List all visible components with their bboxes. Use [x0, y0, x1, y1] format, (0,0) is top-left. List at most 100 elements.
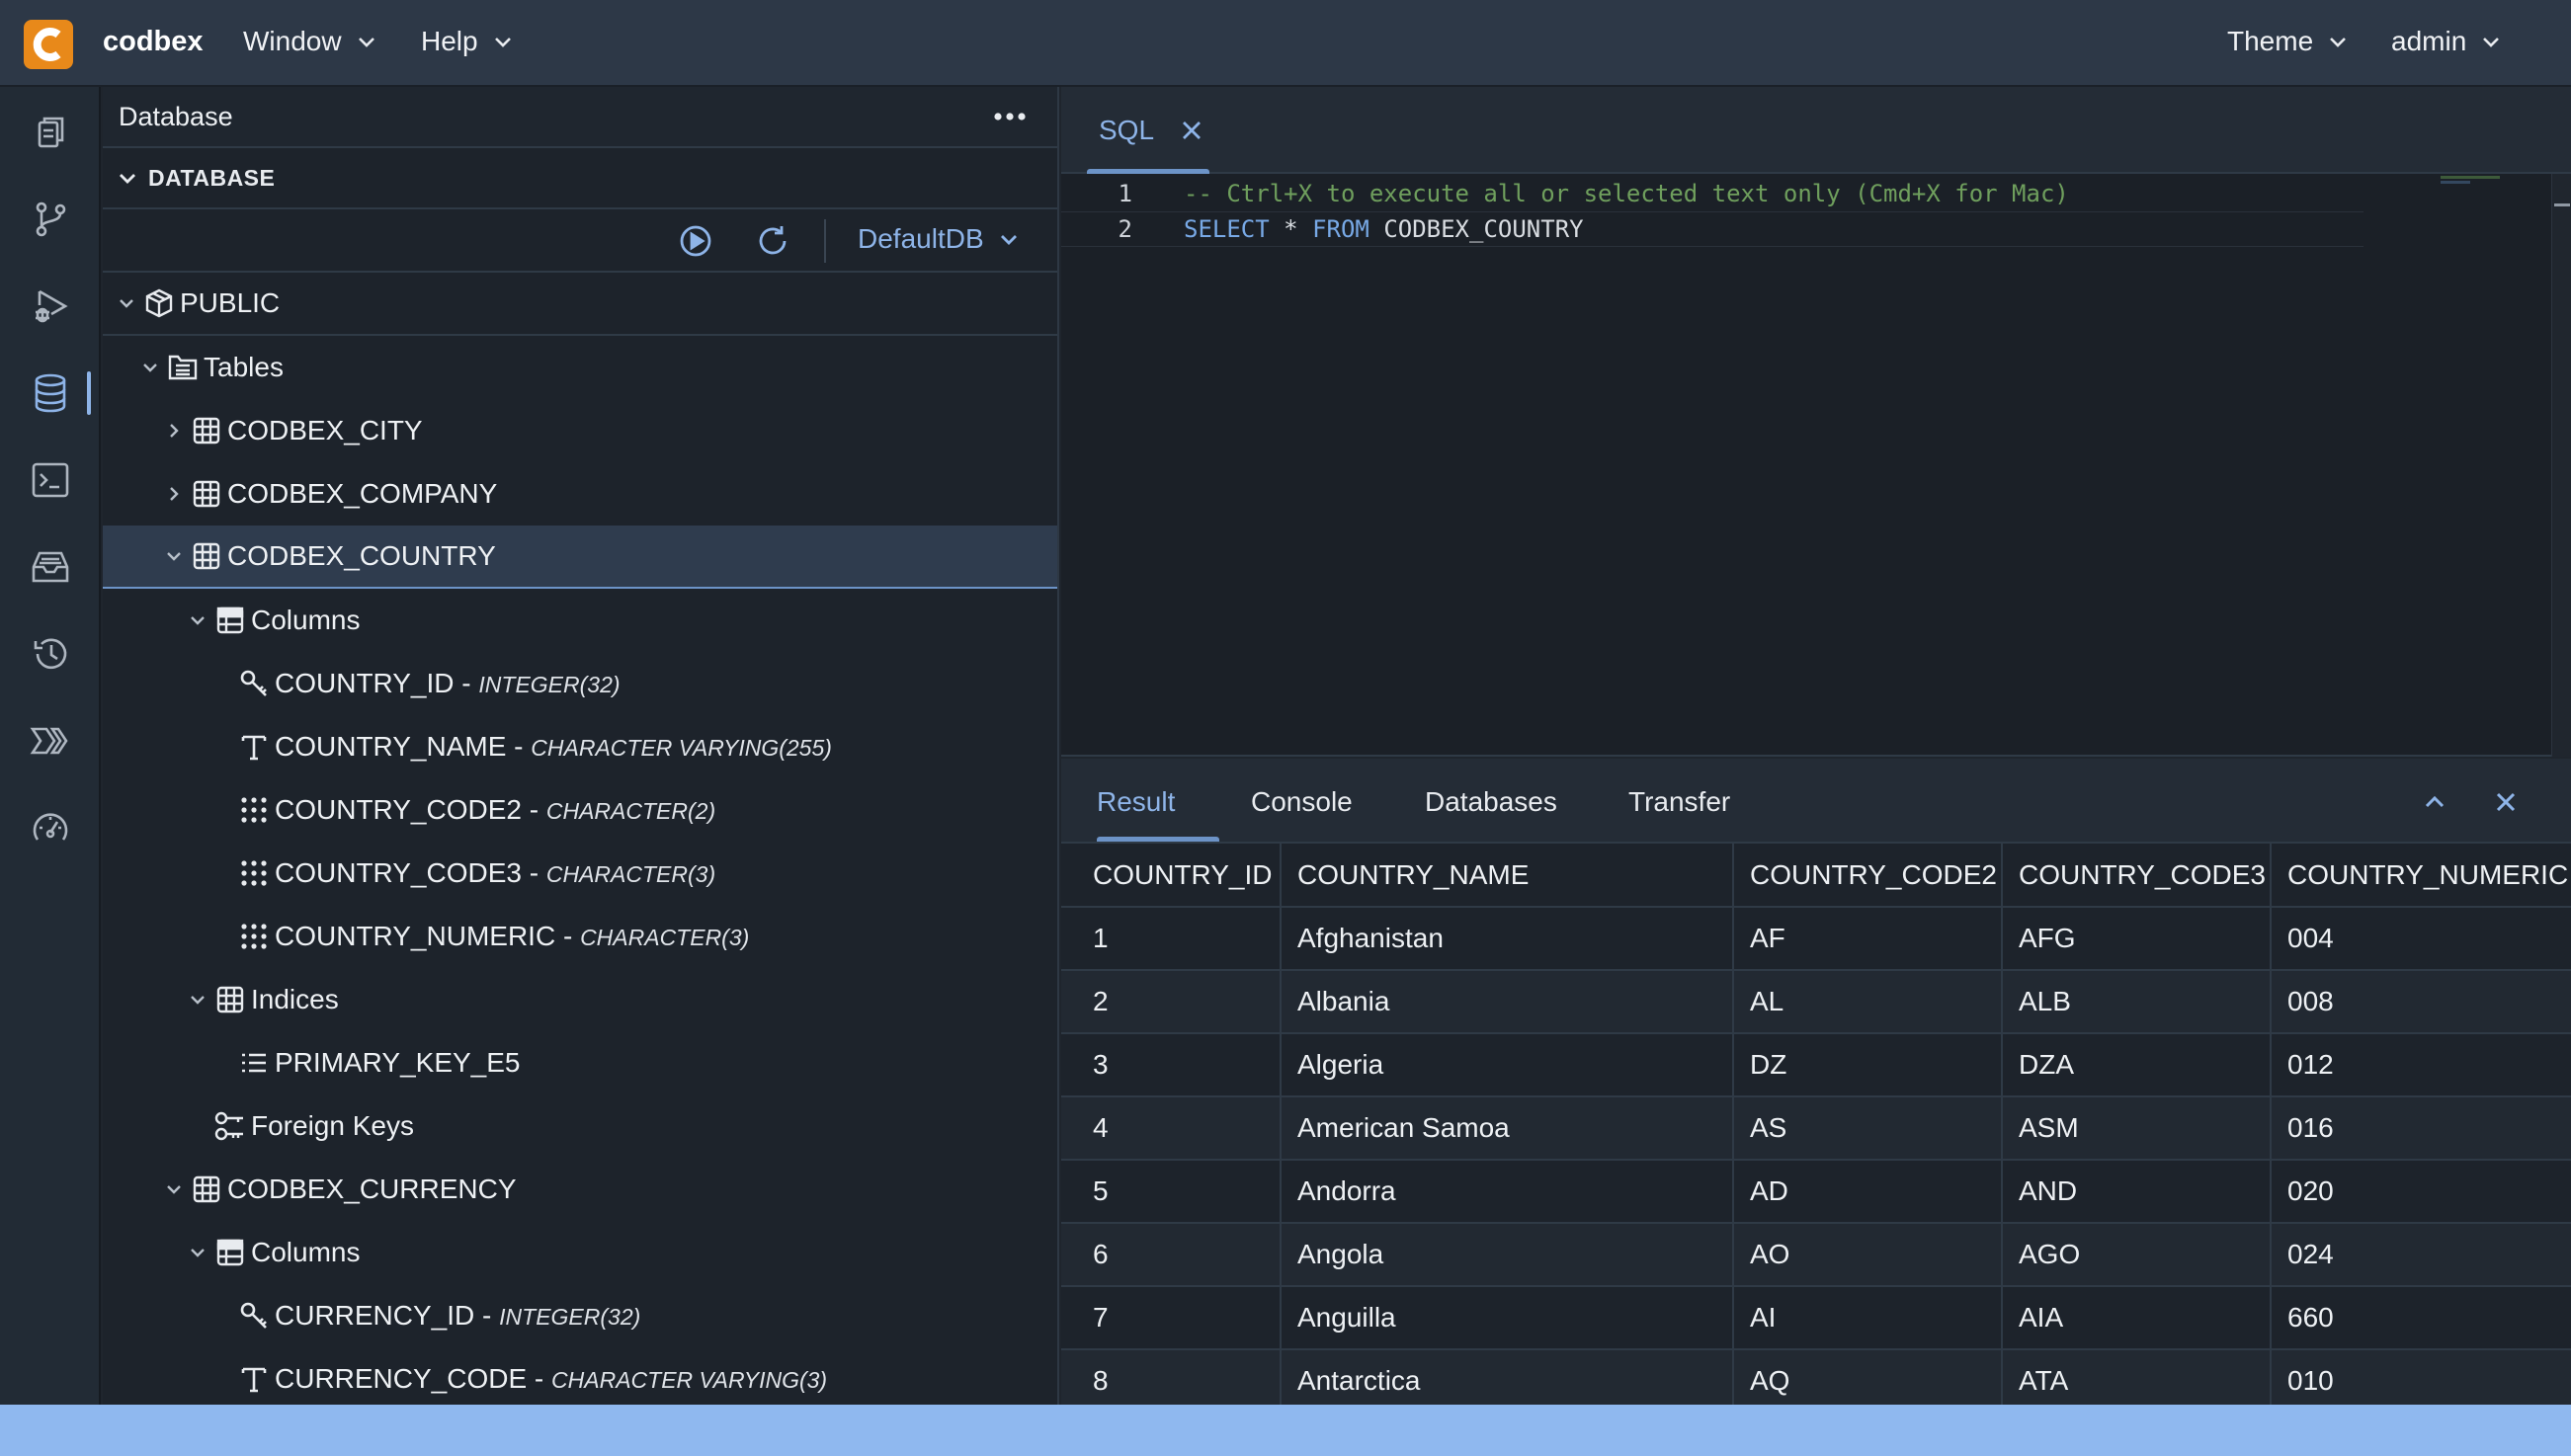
chevron-right-icon[interactable]: [162, 482, 186, 506]
table-cell[interactable]: 1: [1061, 907, 1281, 971]
table-cell[interactable]: 7: [1061, 1286, 1281, 1350]
tree-node-column[interactable]: COUNTRY_CODE2 - CHARACTER(2): [103, 778, 1057, 842]
tree-node-column[interactable]: COUNTRY_CODE3 - CHARACTER(3): [103, 842, 1057, 905]
table-cell[interactable]: 012: [2270, 1033, 2571, 1097]
inbox-icon[interactable]: [0, 524, 101, 610]
documents-icon[interactable]: [0, 89, 101, 176]
table-row[interactable]: 8 Antarctica AQ ATA 010: [1061, 1349, 2571, 1405]
tab-databases[interactable]: Databases: [1425, 786, 1557, 818]
table-row[interactable]: 4 American Samoa AS ASM 016: [1061, 1096, 2571, 1161]
column-header-country-numeric[interactable]: COUNTRY_NUMERIC: [2270, 844, 2571, 908]
tree-node-index[interactable]: PRIMARY_KEY_E5: [103, 1031, 1057, 1094]
run-icon[interactable]: [678, 223, 713, 259]
table-cell[interactable]: AI: [1732, 1286, 2002, 1350]
table-cell[interactable]: AND: [2001, 1160, 2271, 1224]
table-cell[interactable]: 8: [1061, 1349, 1281, 1405]
menu-help[interactable]: Help: [421, 26, 514, 57]
table-cell[interactable]: AFG: [2001, 907, 2271, 971]
table-cell[interactable]: 010: [2270, 1349, 2571, 1405]
tab-sql[interactable]: SQL: [1061, 87, 1219, 174]
column-header-country-id[interactable]: COUNTRY_ID: [1061, 844, 1281, 908]
editor-minimap[interactable]: [2441, 174, 2549, 757]
table-row[interactable]: 1 Afghanistan AF AFG 004: [1061, 907, 2571, 971]
table-cell[interactable]: Albania: [1280, 970, 1733, 1034]
table-cell[interactable]: Afghanistan: [1280, 907, 1733, 971]
tree-node-codbex-currency[interactable]: CODBEX_CURRENCY: [103, 1158, 1057, 1221]
table-row[interactable]: 5 Andorra AD AND 020: [1061, 1160, 2571, 1224]
refresh-icon[interactable]: [755, 223, 790, 259]
table-cell[interactable]: 008: [2270, 970, 2571, 1034]
table-cell[interactable]: ATA: [2001, 1349, 2271, 1405]
table-row[interactable]: 3 Algeria DZ DZA 012: [1061, 1033, 2571, 1097]
tab-transfer[interactable]: Transfer: [1628, 786, 1730, 818]
table-cell[interactable]: AQ: [1732, 1349, 2002, 1405]
table-cell[interactable]: DZA: [2001, 1033, 2271, 1097]
tree-node-column[interactable]: CURRENCY_CODE - CHARACTER VARYING(3): [103, 1347, 1057, 1405]
table-cell[interactable]: 660: [2270, 1286, 2571, 1350]
table-cell[interactable]: ASM: [2001, 1096, 2271, 1161]
tree-node-column[interactable]: COUNTRY_ID - INTEGER(32): [103, 652, 1057, 715]
database-select[interactable]: DefaultDB: [858, 223, 1020, 255]
table-cell[interactable]: 2: [1061, 970, 1281, 1034]
more-options-icon[interactable]: [992, 105, 1028, 128]
chevron-right-icon[interactable]: [162, 419, 186, 443]
tree-node-columns[interactable]: Columns: [103, 1221, 1057, 1284]
tree-node-codbex-company[interactable]: CODBEX_COMPANY: [103, 462, 1057, 526]
tree-node-column[interactable]: COUNTRY_NUMERIC - CHARACTER(3): [103, 905, 1057, 968]
chevron-down-icon[interactable]: [162, 1177, 186, 1201]
tree-node-foreign-keys[interactable]: Foreign Keys: [103, 1094, 1057, 1158]
table-cell[interactable]: AF: [1732, 907, 2002, 971]
chevron-down-icon[interactable]: [138, 356, 162, 379]
table-cell[interactable]: Andorra: [1280, 1160, 1733, 1224]
table-cell[interactable]: Angola: [1280, 1223, 1733, 1287]
chevron-down-icon[interactable]: [186, 988, 209, 1011]
sql-editor[interactable]: 1 -- Ctrl+X to execute all or selected t…: [1061, 174, 2571, 757]
table-cell[interactable]: DZ: [1732, 1033, 2002, 1097]
table-cell[interactable]: 5: [1061, 1160, 1281, 1224]
table-cell[interactable]: 6: [1061, 1223, 1281, 1287]
chevron-down-icon[interactable]: [115, 291, 138, 315]
table-cell[interactable]: AD: [1732, 1160, 2002, 1224]
tab-result[interactable]: Result: [1097, 786, 1175, 818]
menu-window[interactable]: Window: [243, 26, 377, 57]
tree-node-codbex-city[interactable]: CODBEX_CITY: [103, 399, 1057, 462]
tree-node-indices[interactable]: Indices: [103, 968, 1057, 1031]
table-cell[interactable]: AIA: [2001, 1286, 2271, 1350]
result-table[interactable]: COUNTRY_ID COUNTRY_NAME COUNTRY_CODE2 CO…: [1061, 844, 2571, 1405]
tree-node-public[interactable]: PUBLIC: [103, 273, 1057, 336]
table-cell[interactable]: Antarctica: [1280, 1349, 1733, 1405]
column-header-country-code2[interactable]: COUNTRY_CODE2: [1732, 844, 2002, 908]
table-cell[interactable]: AO: [1732, 1223, 2002, 1287]
table-cell[interactable]: American Samoa: [1280, 1096, 1733, 1161]
table-row[interactable]: 6 Angola AO AGO 024: [1061, 1223, 2571, 1287]
table-row[interactable]: 7 Anguilla AI AIA 660: [1061, 1286, 2571, 1350]
table-cell[interactable]: Algeria: [1280, 1033, 1733, 1097]
column-header-country-code3[interactable]: COUNTRY_CODE3: [2001, 844, 2271, 908]
history-icon[interactable]: [0, 610, 101, 697]
tab-console[interactable]: Console: [1251, 786, 1353, 818]
tree-node-column[interactable]: COUNTRY_NAME - CHARACTER VARYING(255): [103, 715, 1057, 778]
table-cell[interactable]: AS: [1732, 1096, 2002, 1161]
chevron-down-icon[interactable]: [186, 1241, 209, 1264]
gauge-icon[interactable]: [0, 784, 101, 871]
table-cell[interactable]: 004: [2270, 907, 2571, 971]
close-icon[interactable]: [1180, 119, 1203, 142]
codbex-logo-icon[interactable]: [24, 20, 73, 69]
table-cell[interactable]: Anguilla: [1280, 1286, 1733, 1350]
menu-theme[interactable]: Theme: [2227, 26, 2349, 57]
table-cell[interactable]: AL: [1732, 970, 2002, 1034]
debug-icon[interactable]: [0, 263, 101, 350]
table-cell[interactable]: ALB: [2001, 970, 2271, 1034]
tree-node-tables[interactable]: Tables: [103, 336, 1057, 399]
chevron-up-icon[interactable]: [2419, 786, 2450, 818]
table-cell[interactable]: AGO: [2001, 1223, 2271, 1287]
database-section-header[interactable]: DATABASE: [103, 148, 1057, 209]
database-icon[interactable]: [0, 350, 101, 437]
column-header-country-name[interactable]: COUNTRY_NAME: [1280, 844, 1733, 908]
tree-node-columns[interactable]: Columns: [103, 589, 1057, 652]
chevron-down-icon[interactable]: [186, 608, 209, 632]
terminal-icon[interactable]: [0, 437, 101, 524]
table-cell[interactable]: 016: [2270, 1096, 2571, 1161]
git-branch-icon[interactable]: [0, 176, 101, 263]
workflow-icon[interactable]: [0, 697, 101, 784]
